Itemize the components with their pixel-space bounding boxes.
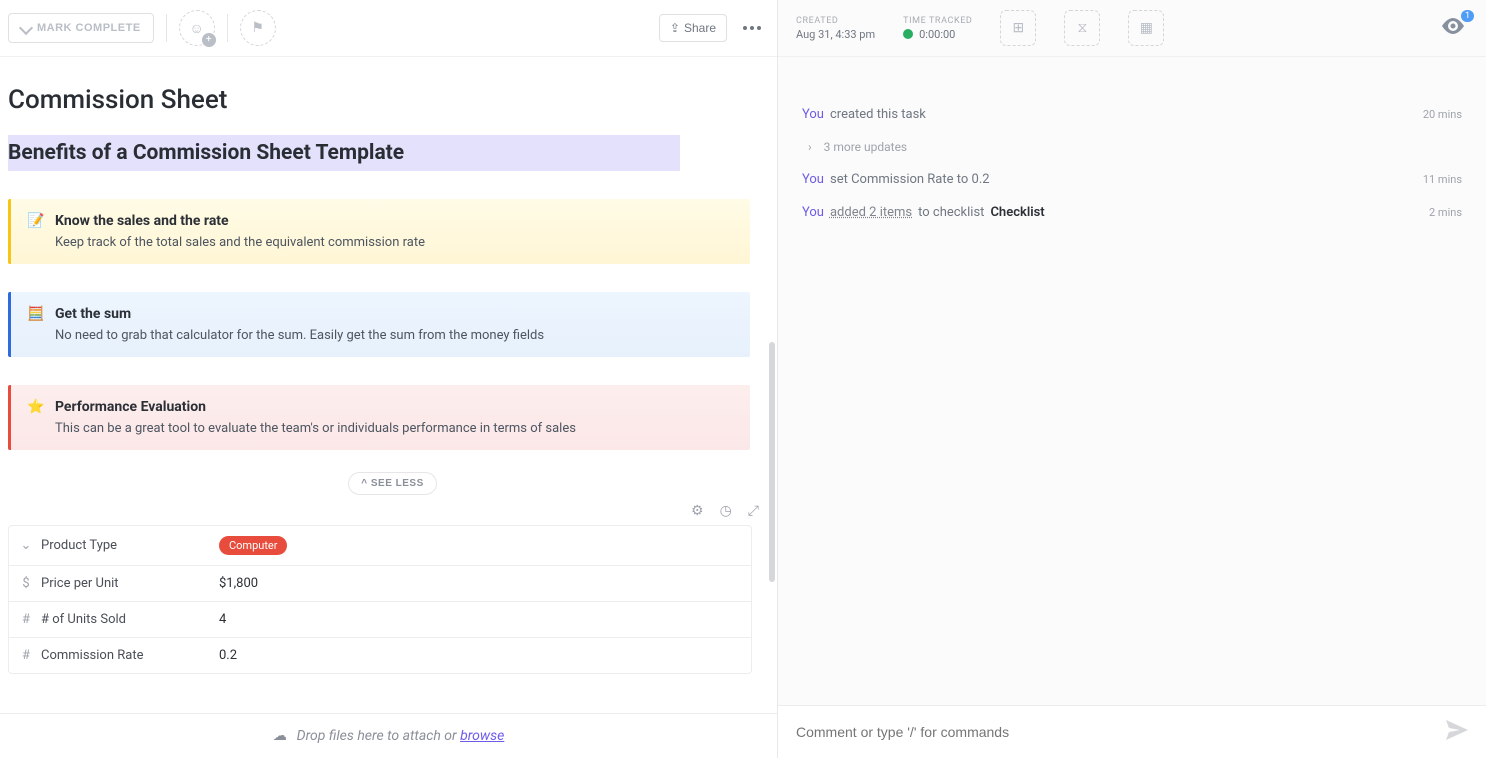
field-row-units[interactable]: # # of Units Sold 4 [9,602,751,638]
field-value[interactable]: 4 [209,602,751,637]
comment-input[interactable] [796,724,1446,740]
callout-title: Know the sales and the rate [55,213,425,229]
hash-icon: # [19,612,33,627]
people-icon: ☺ [190,20,204,37]
plus-icon: + [202,33,216,47]
activity-text: set Commission Rate to 0.2 [830,172,990,187]
created-meta: CREATED Aug 31, 4:33 pm [796,16,875,41]
watchers-count: 1 [1461,10,1474,22]
activity-link[interactable]: added 2 items [830,205,912,220]
field-value-chip[interactable]: Computer [219,536,287,555]
activity-item[interactable]: You set Commission Rate to 0.2 11 mins [802,172,1462,187]
pencil-icon: 📝 [27,213,43,229]
activity-user: You [802,172,824,187]
activity-time: 2 mins [1429,206,1462,219]
hash-icon: ⊞ [1013,20,1025,36]
field-row-product-type[interactable]: ⌄ Product Type Computer [9,526,751,566]
flag-icon: ⚑ [251,20,264,36]
calendar-icon: ▦ [1140,20,1153,36]
field-label: Price per Unit [41,576,119,591]
assign-button[interactable]: ☺ + [179,10,215,46]
hourglass-icon: ⧖ [1078,20,1088,36]
created-label: CREATED [796,16,875,26]
history-icon[interactable]: ◷ [720,503,732,519]
activity-mid: to checklist [918,205,984,220]
field-label: # of Units Sold [41,612,126,627]
field-value[interactable]: $1,800 [209,566,751,601]
activity-more-text: 3 more updates [818,140,908,154]
play-indicator-icon [903,29,913,39]
activity-user: You [802,205,824,220]
divider [166,14,167,42]
time-tracked-label: TIME TRACKED [903,16,972,26]
browse-link[interactable]: browse [460,728,504,744]
attachments-dropzone[interactable]: ☁ Drop files here to attach or browse [0,713,777,758]
check-icon [19,21,33,35]
drop-text: Drop files here to attach or [297,728,460,744]
expand-icon[interactable]: ⤢ [748,503,759,519]
sprint-points-button[interactable]: ⊞ [1000,10,1036,46]
scrollbar[interactable] [769,342,775,582]
field-row-price[interactable]: $ Price per Unit $1,800 [9,566,751,602]
section-heading[interactable]: Benefits of a Commission Sheet Template [8,135,680,171]
time-estimate-button[interactable]: ⧖ [1064,10,1100,46]
watchers-button[interactable]: 1 [1438,14,1468,42]
time-tracked-value: 0:00:00 [919,28,955,41]
activity-time: 11 mins [1423,173,1462,186]
share-icon: ⇪ [670,21,680,35]
more-menu-button[interactable] [735,18,769,38]
divider [227,14,228,42]
task-title[interactable]: Commission Sheet [8,77,777,135]
send-icon[interactable] [1446,720,1468,744]
dollar-icon: $ [19,576,33,591]
callout-body: Keep track of the total sales and the eq… [55,235,425,250]
activity-feed: You created this task 20 mins › 3 more u… [778,57,1486,705]
mark-complete-button[interactable]: MARK COMPLETE [8,13,154,43]
callout-body: No need to grab that calculator for the … [55,328,544,343]
eye-icon [1442,18,1464,34]
priority-button[interactable]: ⚑ [240,10,276,46]
activity-user: You [802,107,824,122]
mark-complete-label: MARK COMPLETE [37,22,141,34]
time-tracked-meta[interactable]: TIME TRACKED 0:00:00 [903,16,972,41]
field-label: Product Type [41,538,117,553]
dates-button[interactable]: ▦ [1128,10,1164,46]
share-label: Share [684,21,716,35]
callout-title: Get the sum [55,306,544,322]
activity-item[interactable]: You created this task 20 mins [802,107,1462,122]
activity-text: created this task [830,107,926,122]
custom-fields-table: ⌄ Product Type Computer $ Price per Unit $… [8,525,752,674]
share-button[interactable]: ⇪ Share [659,14,727,42]
activity-time: 20 mins [1423,108,1462,121]
star-icon: ⭐ [27,399,43,415]
field-value[interactable]: 0.2 [209,638,751,673]
activity-item[interactable]: You added 2 items to checklist Checklist… [802,205,1462,220]
see-less-button[interactable]: ^ SEE LESS [348,472,437,495]
activity-more-toggle[interactable]: › 3 more updates [802,140,1462,154]
field-row-commission-rate[interactable]: # Commission Rate 0.2 [9,638,751,673]
callout-get-sum[interactable]: 🧮 Get the sum No need to grab that calcu… [8,292,750,357]
cloud-upload-icon: ☁ [273,728,287,744]
callout-body: This can be a great tool to evaluate the… [55,421,576,436]
hash-icon: # [19,648,33,663]
created-value: Aug 31, 4:33 pm [796,28,875,41]
callout-know-sales[interactable]: 📝 Know the sales and the rate Keep track… [8,199,750,264]
activity-checklist-name: Checklist [990,205,1044,220]
gear-icon[interactable]: ⚙ [691,503,704,519]
callout-title: Performance Evaluation [55,399,576,415]
field-label: Commission Rate [41,648,143,663]
dropdown-icon: ⌄ [19,538,33,553]
callout-performance[interactable]: ⭐ Performance Evaluation This can be a g… [8,385,750,450]
chevron-right-icon: › [802,140,812,154]
calculator-icon: 🧮 [27,306,43,322]
